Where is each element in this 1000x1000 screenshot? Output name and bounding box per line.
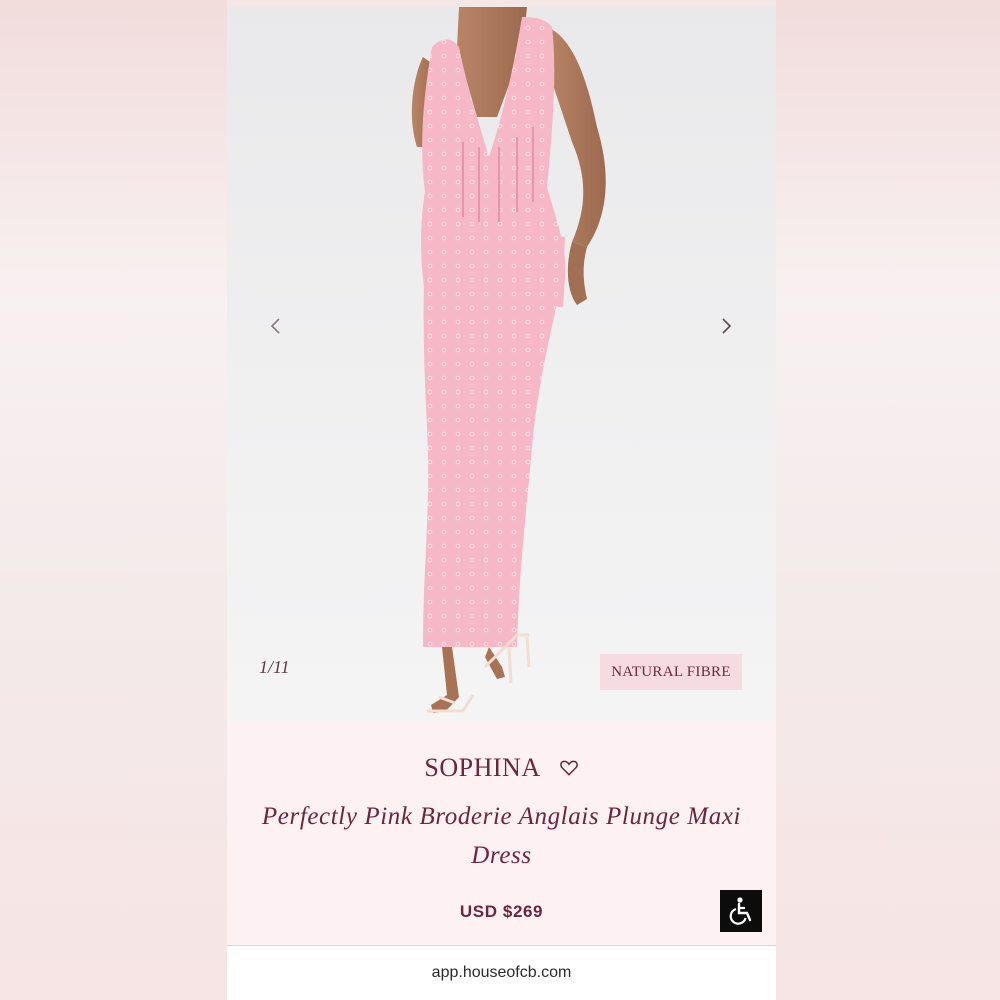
browser-url-bar[interactable]: app.houseofcb.com <box>227 946 776 1000</box>
url-text[interactable]: app.houseofcb.com <box>432 964 572 982</box>
product-title: Perfectly Pink Broderie Anglais Plunge M… <box>261 803 742 869</box>
wishlist-button[interactable] <box>559 758 579 778</box>
gallery-counter: 1/11 <box>259 657 290 677</box>
product-photo <box>411 7 606 713</box>
heart-icon <box>559 760 578 776</box>
accessibility-button[interactable] <box>720 890 762 932</box>
chevron-right-icon <box>722 318 732 334</box>
status-strip <box>227 0 776 7</box>
chevron-left-icon <box>270 318 280 334</box>
background-blur-left <box>0 0 227 1000</box>
background-blur-right <box>776 0 1000 1000</box>
product-info-panel: SOPHINA Perfectly Pink Broderie Anglais … <box>227 721 776 945</box>
gallery-prev-button[interactable] <box>264 317 288 341</box>
phone-screen: 1/11 NATURAL FIBRE SOPHINA Perfectly Pin… <box>227 0 776 1000</box>
product-image-gallery[interactable]: 1/11 NATURAL FIBRE <box>227 7 776 721</box>
product-price: USD $269 <box>459 902 544 921</box>
gallery-next-button[interactable] <box>714 317 738 341</box>
product-brand-name: SOPHINA <box>424 753 541 782</box>
brand-row: SOPHINA <box>227 753 776 783</box>
wheelchair-icon <box>729 897 752 925</box>
natural-fibre-badge: NATURAL FIBRE <box>600 654 742 690</box>
